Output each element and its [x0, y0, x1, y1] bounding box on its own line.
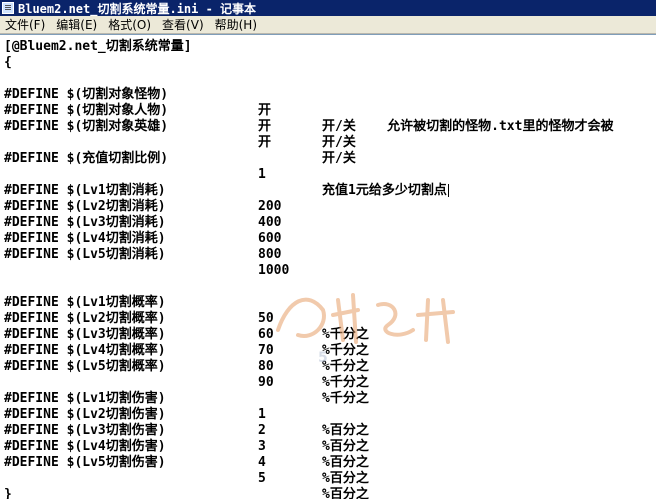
define-value: 80 — [258, 359, 274, 374]
define-line: #DEFINE $(Lv2切割消耗) 400 — [4, 183, 656, 230]
title-bar[interactable]: Bluem2.net_切割系统常量.ini - 记事本 — [0, 0, 656, 16]
define-line: #DEFINE $(Lv5切割伤害) 5 %百分之 — [4, 439, 656, 499]
define-key: #DEFINE $(充值切割比例) — [4, 151, 169, 166]
menu-file[interactable]: 文件(F) — [0, 16, 51, 33]
define-line: #DEFINE $(Lv3切割消耗) 600 — [4, 199, 656, 246]
define-value: 1000 — [258, 263, 290, 278]
define-note: 开/关 允许被切割的怪物.txt里的怪物才会被 — [322, 119, 614, 134]
define-note: %百分之 — [322, 455, 369, 470]
define-value: 5 — [258, 471, 266, 486]
define-key: #DEFINE $(Lv5切割概率) — [4, 359, 166, 374]
define-line: #DEFINE $(Lv4切割消耗) 800 — [4, 215, 656, 262]
window-title: Bluem2.net_切割系统常量.ini - 记事本 — [18, 1, 257, 16]
define-value: 4 — [258, 455, 266, 470]
define-key: #DEFINE $(Lv5切割消耗) — [4, 247, 166, 262]
menu-view[interactable]: 查看(V) — [157, 16, 210, 33]
define-note: %千分之 — [322, 359, 369, 374]
define-key: #DEFINE $(切割对象英雄) — [4, 119, 169, 134]
section-header: [@Bluem2.net_切割系统常量] — [4, 39, 192, 54]
menu-edit[interactable]: 编辑(E) — [51, 16, 103, 33]
menu-help[interactable]: 帮助(H) — [210, 16, 263, 33]
text-editor[interactable]: [@Bluem2.net_切割系统常量] { #DEFINE $(切割对象怪物)… — [0, 34, 656, 499]
define-line: #DEFINE $(Lv5切割消耗) 1000 — [4, 231, 656, 278]
define-line: #DEFINE $(切割对象怪物) 开 开/关 允许被切割的怪物.txt里的怪物… — [4, 71, 656, 134]
define-key: #DEFINE $(Lv5切割伤害) — [4, 455, 166, 470]
notepad-icon — [2, 2, 14, 14]
define-value: 开 — [258, 119, 272, 134]
menu-format[interactable]: 格式(O) — [103, 16, 157, 33]
open-brace: { — [4, 55, 12, 70]
define-line: #DEFINE $(Lv5切割概率) 90 %千分之 — [4, 343, 656, 406]
define-line: #DEFINE $(Lv4切割伤害) 4 %百分之 — [4, 423, 656, 486]
menu-bar: 文件(F) 编辑(E) 格式(O) 查看(V) 帮助(H) — [0, 16, 656, 34]
define-value: 800 — [258, 247, 282, 262]
define-line: #DEFINE $(Lv1切割伤害) 1 %百分之 — [4, 375, 656, 438]
define-note: 开/关 — [322, 151, 356, 166]
define-line: #DEFINE $(Lv3切割概率) 70 %千分之 — [4, 311, 656, 374]
define-line: #DEFINE $(Lv1切割消耗) 200 — [4, 167, 656, 214]
define-line: #DEFINE $(Lv4切割概率) 80 %千分之 — [4, 327, 656, 390]
define-line: #DEFINE $(切割对象人物) 开 开/关 — [4, 87, 656, 150]
define-line: #DEFINE $(Lv2切割伤害) 2 %百分之 — [4, 391, 656, 454]
define-line: #DEFINE $(切割对象英雄) 开 开/关 — [4, 103, 656, 166]
define-note: %百分之 — [322, 471, 369, 486]
define-line: #DEFINE $(Lv1切割概率) 50 %千分之 — [4, 279, 656, 342]
close-brace: } — [4, 487, 12, 499]
define-line: #DEFINE $(Lv2切割概率) 60 %千分之 — [4, 295, 656, 358]
define-line: #DEFINE $(Lv3切割伤害) 3 %百分之 — [4, 407, 656, 470]
define-line: #DEFINE $(充值切割比例) 1 充值1元给多少切割点 — [4, 135, 656, 198]
